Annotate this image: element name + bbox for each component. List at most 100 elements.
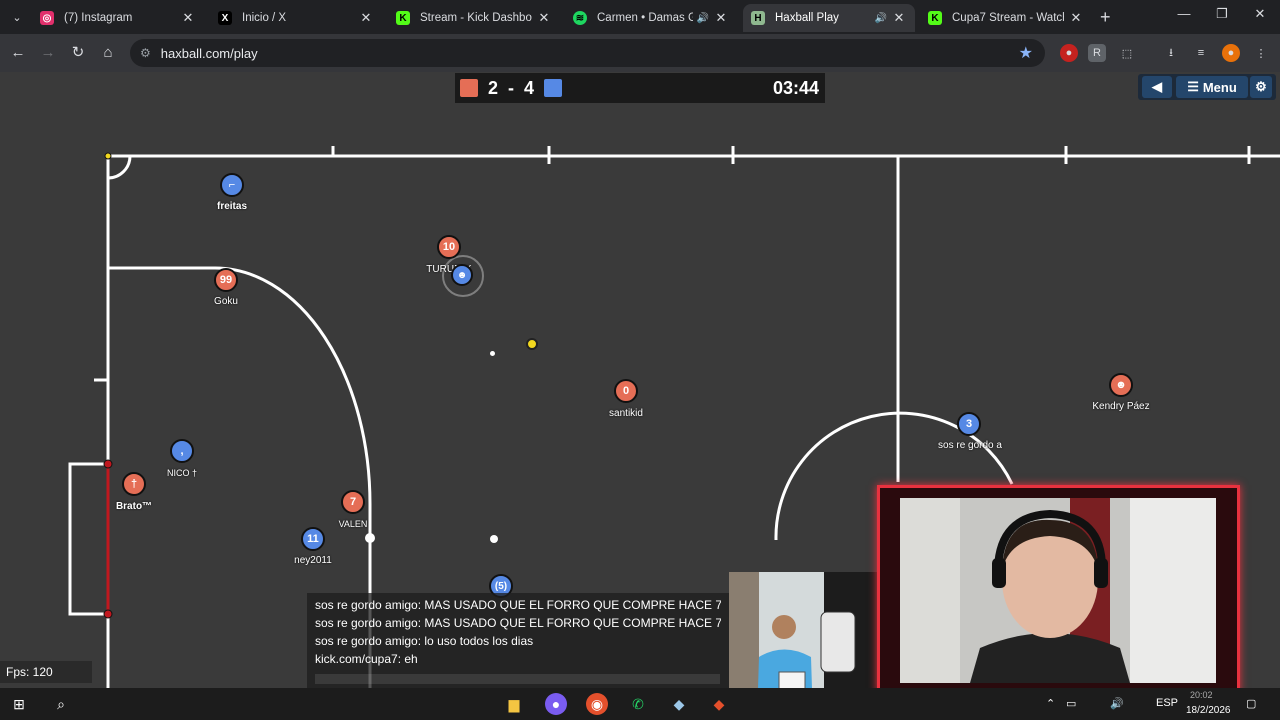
- obs-icon[interactable]: ●: [545, 693, 567, 715]
- player-disc: 0: [614, 379, 638, 403]
- new-tab-plus-icon[interactable]: +: [1100, 7, 1111, 28]
- player-name: santikid: [609, 408, 643, 419]
- clock-date: 18/2/2026: [1186, 705, 1231, 716]
- tab-title: Stream - Kick Dashboard: [420, 12, 532, 24]
- blue-team-square: [544, 79, 563, 97]
- tab-spotify[interactable]: ≋ Carmen • Damas Gratis 🔊 ✕: [565, 4, 737, 32]
- red-team-square: [460, 79, 478, 97]
- player-disc: 3: [957, 412, 981, 436]
- url-text: haxball.com/play: [160, 45, 258, 61]
- hamburger-icon: ☰: [1187, 79, 1199, 94]
- search-icon[interactable]: ⌕: [50, 693, 72, 715]
- chat-message: sos re gordo amigo: lo uso todos los dia…: [315, 634, 534, 648]
- webcam-streamer-image: [900, 498, 1216, 683]
- clock-time: 20:02: [1190, 690, 1213, 700]
- fps-counter: Fps: 120: [0, 661, 92, 683]
- scoreboard: 2 - 4 03:44: [455, 73, 825, 103]
- chrome-icon[interactable]: ◉: [586, 693, 608, 715]
- tray-network-icon[interactable]: ▭: [1066, 697, 1076, 710]
- tab-title: (7) Instagram: [64, 12, 133, 24]
- player-disc: 11: [301, 527, 325, 551]
- tray-chevron-icon[interactable]: ⌃: [1046, 697, 1055, 710]
- sound-toggle-icon[interactable]: ◀: [1142, 76, 1172, 98]
- player-disc: 10: [437, 235, 461, 259]
- close-tab-icon[interactable]: ✕: [891, 10, 907, 26]
- player-disc: ⌐: [220, 173, 244, 197]
- media-control-icon[interactable]: ≡: [1192, 44, 1210, 62]
- site-settings-icon[interactable]: ⚙: [140, 46, 151, 60]
- tab-kick-dashboard[interactable]: K Stream - Kick Dashboard ✕: [388, 4, 560, 32]
- player-name: Kendry Páez: [1092, 401, 1150, 412]
- extension-adblock-icon[interactable]: ●: [1060, 44, 1078, 62]
- windows-taskbar: ⊞ ⌕ ▆ ● ◉ ✆ ◆ ◆ ⌃ ▭ 🔊 ESP 20:02 18/2/202…: [0, 688, 1280, 720]
- player-disc: 7: [341, 490, 365, 514]
- tab-title: Haxball Play: [775, 12, 839, 24]
- player-name: freitas: [216, 201, 248, 212]
- tab-x[interactable]: X Inicio / X ✕: [210, 4, 382, 32]
- controlled-player-disc: ☻: [451, 264, 473, 286]
- file-explorer-icon[interactable]: ▆: [503, 693, 525, 715]
- player-name: sos re gordo a: [938, 440, 1002, 451]
- webcam-frame: [900, 498, 1216, 683]
- player-disc: ,: [170, 439, 194, 463]
- extensions-puzzle-icon[interactable]: ⬚: [1118, 44, 1136, 62]
- app-icon[interactable]: ◆: [668, 693, 690, 715]
- close-tab-icon[interactable]: ✕: [358, 10, 374, 26]
- settings-gear-icon[interactable]: ⚙: [1250, 76, 1272, 98]
- minimize-icon[interactable]: —: [1174, 6, 1194, 21]
- x-icon: X: [218, 11, 232, 25]
- tray-volume-icon[interactable]: 🔊: [1110, 697, 1124, 710]
- score-blue: 4: [524, 77, 535, 98]
- tab-haxball[interactable]: H Haxball Play 🔊 ✕: [743, 4, 915, 32]
- more-menu-icon[interactable]: ⋮: [1252, 44, 1270, 62]
- browser-tabstrip: ⌄ ◎ (7) Instagram ✕ X Inicio / X ✕ K Str…: [0, 0, 1280, 34]
- player-name: Goku: [214, 296, 238, 307]
- forward-arrow-icon[interactable]: →: [38, 43, 58, 63]
- close-tab-icon[interactable]: ✕: [713, 10, 729, 26]
- tab-title: Cupa7 Stream - Watch Live: [952, 12, 1064, 24]
- haxball-icon: H: [751, 11, 765, 25]
- home-icon[interactable]: ⌂: [98, 43, 118, 63]
- menu-label: Menu: [1202, 79, 1237, 95]
- speaker-icon[interactable]: 🔊: [697, 13, 709, 24]
- extension-r-icon[interactable]: R: [1088, 44, 1106, 62]
- restore-icon[interactable]: ❐: [1212, 6, 1232, 22]
- app-icon-2[interactable]: ◆: [708, 693, 730, 715]
- notifications-icon[interactable]: ▢: [1246, 697, 1256, 710]
- whatsapp-icon[interactable]: ✆: [627, 693, 649, 715]
- webcam-overlay-streamer: [877, 485, 1240, 693]
- language-indicator[interactable]: ESP: [1156, 697, 1178, 709]
- player-disc: †: [122, 472, 146, 496]
- kick-icon: K: [928, 11, 942, 25]
- menu-button[interactable]: ☰ Menu: [1176, 76, 1248, 98]
- game-menu-bar: ◀ ☰ Menu ⚙: [1138, 74, 1276, 100]
- download-icon[interactable]: ⭳: [1162, 44, 1180, 62]
- chat-message: kick.com/cupa7: eh: [315, 652, 418, 666]
- game-ball: [526, 338, 538, 350]
- chat-message: sos re gordo amigo: MAS USADO QUE EL FOR…: [315, 616, 721, 630]
- tab-title: Carmen • Damas Gratis: [597, 12, 693, 24]
- tab-search-chevron-icon[interactable]: ⌄: [6, 6, 28, 28]
- game-chat: sos re gordo amigo: MAS USADO QUE EL FOR…: [307, 593, 729, 688]
- close-tab-icon[interactable]: ✕: [1068, 10, 1084, 26]
- tab-cupa7[interactable]: K Cupa7 Stream - Watch Live ✕: [920, 4, 1092, 32]
- player-name: VALEN: [338, 519, 368, 529]
- player-name: Brato™: [115, 501, 153, 512]
- chat-input[interactable]: [315, 674, 720, 684]
- speaker-icon[interactable]: 🔊: [875, 13, 887, 24]
- browser-toolbar: ← → ↻ ⌂ ⚙ haxball.com/play ★ ● R ⬚ ⭳ ≡ ●…: [0, 34, 1280, 72]
- tab-instagram[interactable]: ◎ (7) Instagram ✕: [32, 4, 204, 32]
- close-window-icon[interactable]: ✕: [1250, 6, 1270, 22]
- back-arrow-icon[interactable]: ←: [8, 43, 28, 63]
- match-clock: 03:44: [772, 77, 819, 98]
- score-red: 2: [488, 77, 499, 98]
- profile-avatar[interactable]: ●: [1222, 44, 1240, 62]
- chat-message: sos re gordo amigo: MAS USADO QUE EL FOR…: [315, 598, 721, 612]
- address-bar[interactable]: ⚙ haxball.com/play ★: [130, 39, 1045, 67]
- bookmark-star-icon[interactable]: ★: [1019, 43, 1033, 63]
- close-tab-icon[interactable]: ✕: [536, 10, 552, 26]
- reload-icon[interactable]: ↻: [68, 43, 88, 63]
- close-tab-icon[interactable]: ✕: [180, 10, 196, 26]
- windows-start-icon[interactable]: ⊞: [8, 693, 30, 715]
- score-separator: -: [508, 77, 515, 98]
